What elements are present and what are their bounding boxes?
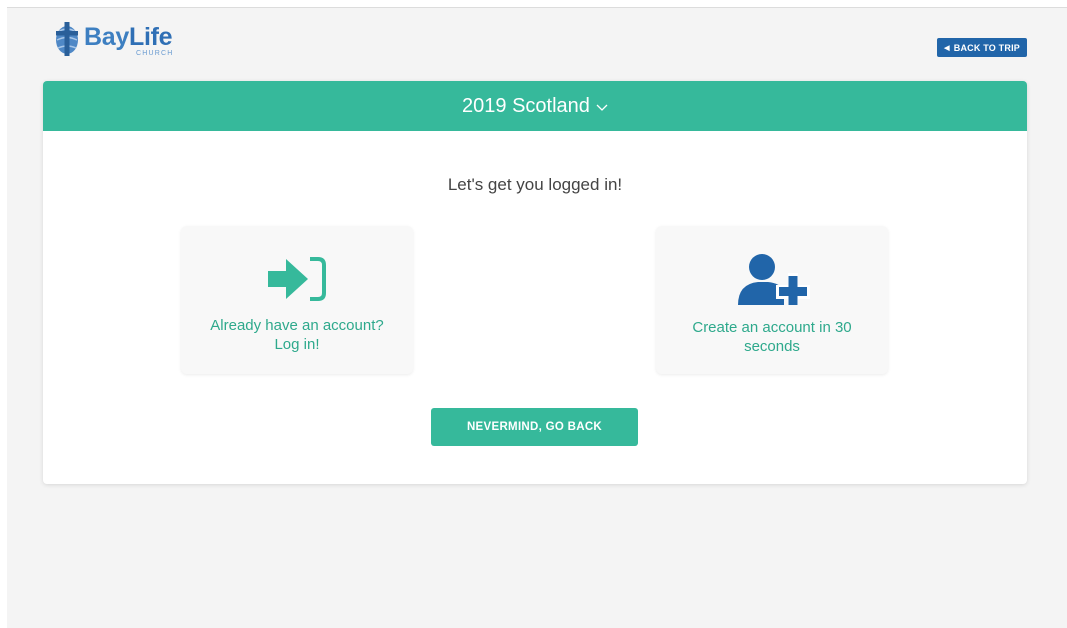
back-to-trip-label: BACK TO TRIP (953, 42, 1020, 53)
page-background: BayLife CHURCH ◀ BACK TO TRIP 2019 Scotl… (7, 7, 1067, 628)
go-back-button[interactable]: NEVERMIND, GO BACK (431, 408, 638, 446)
login-option[interactable]: Already have an account? Log in! (181, 226, 413, 374)
brand-name-life: Life (128, 23, 173, 51)
trip-title: 2019 Scotland (462, 94, 590, 117)
user-plus-icon (738, 254, 810, 305)
create-account-label: Create an account in 30 seconds (692, 319, 852, 355)
trip-selector[interactable]: 2019 Scotland (43, 81, 1027, 131)
login-option-label: Already have an account? Log in! (210, 317, 384, 353)
back-to-trip-button[interactable]: ◀ BACK TO TRIP (937, 38, 1027, 57)
chevron-down-icon (596, 95, 608, 118)
brand-subtitle: CHURCH (136, 50, 174, 57)
sign-in-icon (268, 257, 326, 301)
login-card: 2019 Scotland Let's get you logged in! A… (43, 81, 1027, 484)
cross-globe-icon (56, 22, 78, 56)
login-prompt: Let's get you logged in! (447, 175, 623, 194)
brand-logo[interactable]: BayLife CHURCH (54, 22, 174, 57)
create-account-option[interactable]: Create an account in 30 seconds (656, 226, 888, 374)
brand-name-bay: Bay (84, 23, 129, 51)
chevron-left-icon: ◀ (944, 44, 950, 52)
